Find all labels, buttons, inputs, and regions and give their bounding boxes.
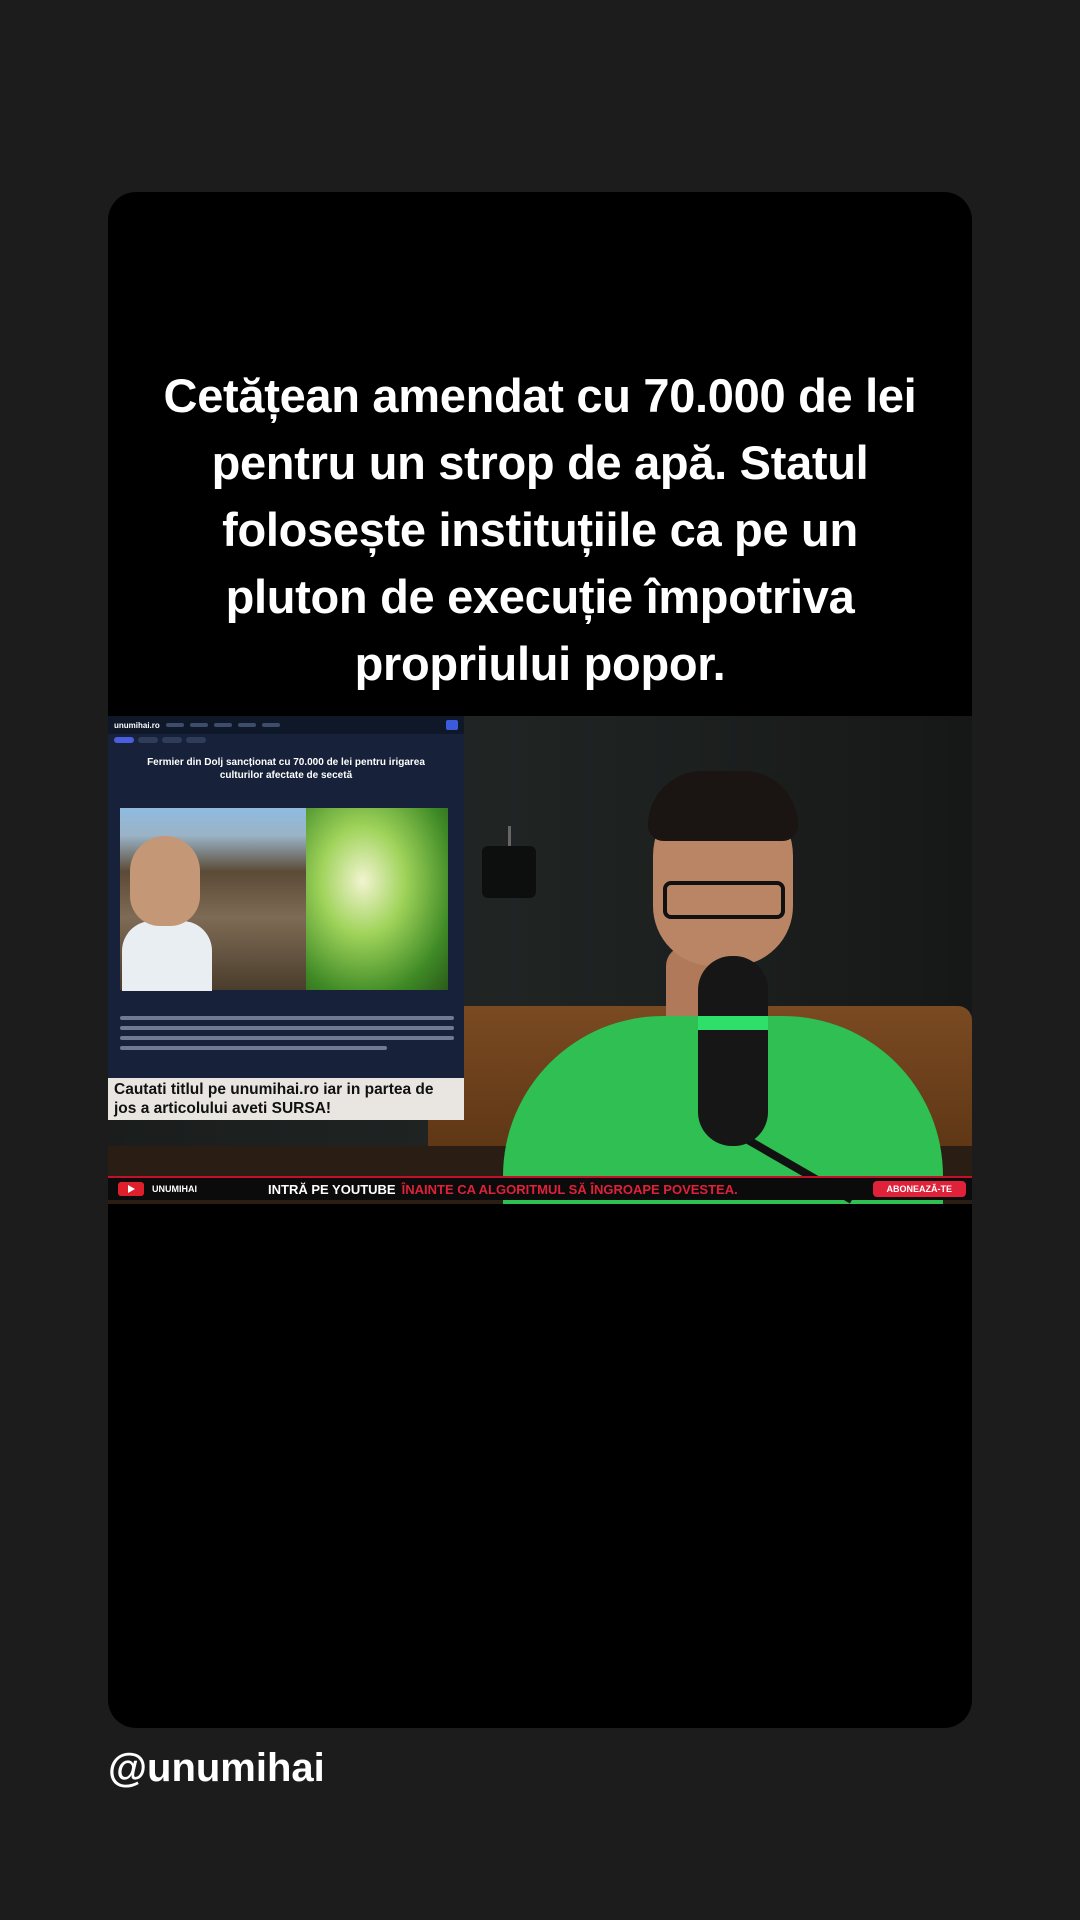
text-line	[120, 1046, 388, 1050]
tag-item	[162, 737, 182, 743]
subscribe-button[interactable]: ABONEAZĂ-TE	[872, 1181, 966, 1197]
farmer-face	[130, 836, 200, 926]
video-frame[interactable]: unumihai.ro Fermier din Dolj sancționat …	[108, 716, 972, 1204]
text-line	[120, 1016, 454, 1020]
article-nav: unumihai.ro	[108, 716, 464, 734]
presenter-hair	[648, 771, 798, 841]
text-line	[120, 1026, 454, 1030]
lamp-stem	[508, 826, 511, 848]
article-tags	[108, 734, 464, 746]
nav-item	[213, 723, 232, 727]
article-site-logo: unumihai.ro	[114, 720, 160, 730]
video-card[interactable]: Cetățean amendat cu 70.000 de lei pentru…	[108, 192, 972, 1728]
headline-text: Cetățean amendat cu 70.000 de lei pentru…	[163, 369, 917, 690]
ticker-brand: UNUMIHAI	[152, 1184, 197, 1194]
nav-item	[237, 723, 256, 727]
article-caption: Cautati titlul pe unumihai.ro iar in par…	[108, 1078, 464, 1120]
author-handle[interactable]: @unumihai	[108, 1746, 325, 1791]
microphone-light	[698, 1016, 768, 1030]
article-photo-sprinkler	[306, 808, 448, 990]
news-ticker: UNUMIHAI INTRĂ PE YOUTUBE ÎNAINTE CA ALG…	[108, 1176, 972, 1200]
tag-item	[186, 737, 206, 743]
text-line	[120, 1036, 454, 1040]
wall-lamp	[482, 846, 536, 898]
youtube-icon	[118, 1182, 144, 1196]
tag-item	[114, 737, 134, 743]
article-body	[120, 1016, 454, 1056]
article-screenshot: unumihai.ro Fermier din Dolj sancționat …	[108, 716, 464, 1120]
nav-item	[189, 723, 208, 727]
microphone	[698, 956, 768, 1146]
nav-item	[165, 723, 184, 727]
ticker-text-white: INTRĂ PE YOUTUBE	[268, 1181, 396, 1197]
article-title: Fermier din Dolj sancționat cu 70.000 de…	[147, 757, 425, 781]
nav-item	[261, 723, 280, 727]
presenter-glasses	[663, 881, 785, 919]
farmer-shirt	[122, 921, 212, 991]
tag-item	[138, 737, 158, 743]
nav-button	[446, 720, 458, 730]
ticker-text-red: ÎNAINTE CA ALGORITMUL SĂ ÎNGROAPE POVEST…	[401, 1181, 738, 1197]
